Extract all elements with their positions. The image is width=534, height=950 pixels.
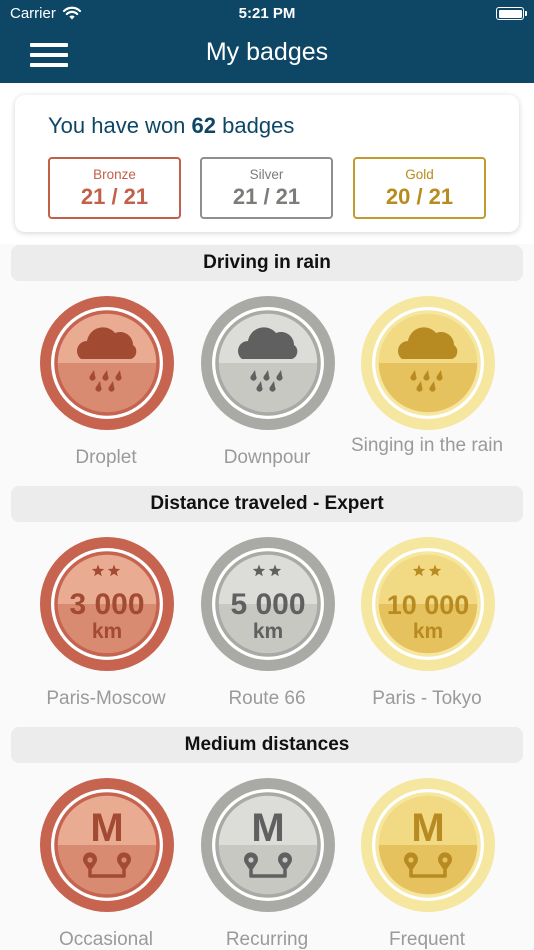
svg-text:M: M [251,806,284,850]
badge-label: Droplet [75,447,137,468]
badge-droplet[interactable] [37,293,177,433]
section-header: Driving in rain [11,245,523,281]
svg-text:M: M [411,806,444,850]
bronze-tier-box[interactable]: Bronze 21 / 21 [48,157,181,219]
badge-label: Route 66 [228,688,306,709]
badge-recurring[interactable]: M [198,775,338,915]
badge-downpour[interactable] [198,293,338,433]
section-header: Medium distances [11,727,523,763]
badge-paris-tokyo[interactable]: 10 000 km [358,534,498,674]
silver-tier-box[interactable]: Silver 21 / 21 [200,157,333,219]
svg-text:3 000: 3 000 [69,588,144,621]
badge-summary-text: You have won 62 badges [48,113,295,138]
badge-label: Occasional [59,929,153,950]
badge-label: Paris-Moscow [46,688,166,709]
badge-occasional[interactable]: M [37,775,177,915]
tier-count: 21 / 21 [80,184,149,209]
page-title: My badges [205,38,329,66]
badge-summary-card: You have won 62 badges Bronze 21 / 21 Si… [15,95,519,232]
badge-label: Singing in the rain [350,435,504,456]
section-header: Distance traveled - Expert [11,486,523,522]
nav-bar: My badges [0,28,534,83]
svg-text:km: km [253,620,283,643]
badge-paris-moscow[interactable]: 3 000 km [37,534,177,674]
badge-label: Recurring [225,929,309,950]
tier-count: 20 / 21 [385,184,454,209]
status-time: 5:21 PM [238,5,296,22]
badge-label: Paris - Tokyo [372,688,482,709]
svg-text:km: km [413,620,443,643]
tier-label: Gold [405,167,434,182]
svg-text:5 000: 5 000 [230,588,305,621]
tier-label: Bronze [93,167,136,182]
gold-tier-box[interactable]: Gold 20 / 21 [353,157,486,219]
tier-count: 21 / 21 [232,184,301,209]
badge-label: Frequent [388,929,466,950]
status-bar: Carrier 5:21 PM [0,0,534,28]
svg-text:10 000: 10 000 [387,590,470,620]
badge-label: Downpour [223,447,311,468]
battery-icon [496,7,527,20]
tier-label: Silver [249,167,284,182]
badge-singing-in-the-rain[interactable] [358,293,498,433]
svg-text:M: M [90,806,123,850]
badge-route-66[interactable]: 5 000 km [198,534,338,674]
badge-frequent[interactable]: M [358,775,498,915]
svg-text:km: km [92,620,122,643]
badge-total-count: 62 [191,113,217,138]
